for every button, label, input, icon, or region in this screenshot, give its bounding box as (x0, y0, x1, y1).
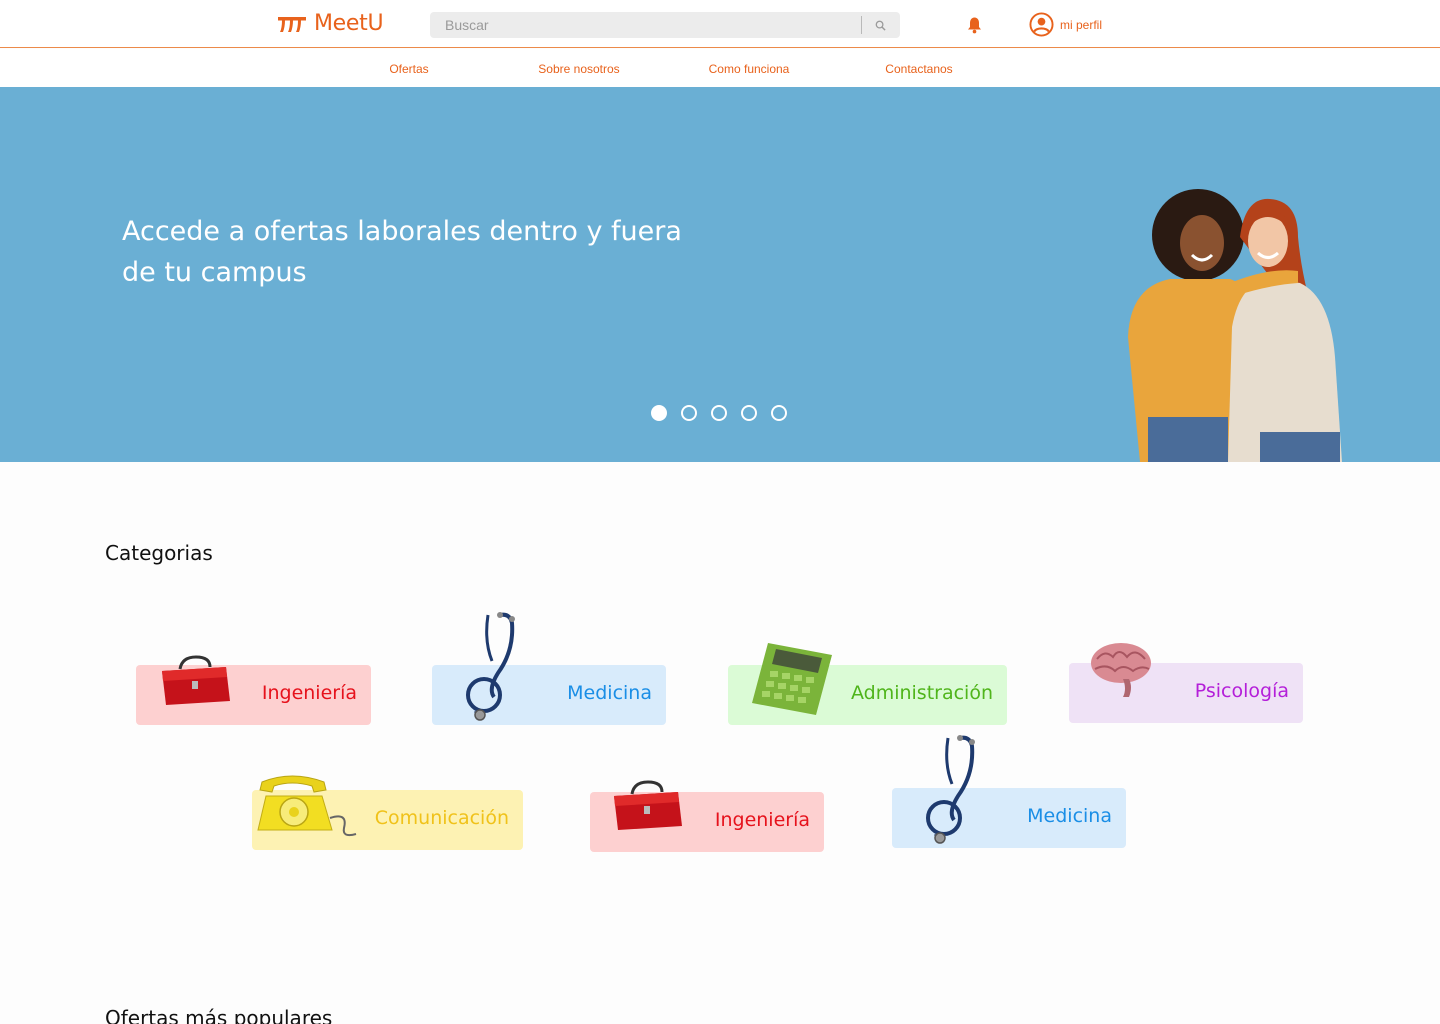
category-card-medicina[interactable]: Medicina (432, 612, 666, 725)
toolbox-icon (162, 655, 230, 705)
carousel-dots (651, 405, 787, 421)
notifications-button[interactable] (966, 16, 983, 39)
category-card-comunicacion[interactable]: Comunicación (252, 775, 523, 850)
carousel-dot-4[interactable] (741, 405, 757, 421)
main-nav: Ofertas Sobre nosotros Como funciona Con… (0, 49, 1440, 87)
carousel-dot-5[interactable] (771, 405, 787, 421)
bell-icon (968, 17, 981, 34)
carousel-dot-2[interactable] (681, 405, 697, 421)
carousel-dot-3[interactable] (711, 405, 727, 421)
hero-banner: Accede a ofertas laborales dentro y fuer… (0, 87, 1440, 462)
categories-title: Categorias (105, 541, 213, 565)
category-label: Psicología (1194, 680, 1289, 702)
category-card-ingenieria[interactable]: Ingeniería (136, 655, 371, 725)
category-label: Medicina (567, 682, 652, 704)
category-label: Ingeniería (261, 682, 357, 704)
hero-title: Accede a ofertas laborales dentro y fuer… (122, 216, 682, 288)
logo-text: MeetU (314, 11, 384, 36)
brain-icon (1091, 643, 1151, 697)
toolbox-icon (614, 780, 682, 830)
category-card-ingenieria-2[interactable]: Ingeniería (590, 780, 824, 852)
calculator-icon (752, 643, 832, 715)
nav-item-contactanos[interactable]: Contactanos (885, 62, 952, 76)
category-label: Ingeniería (714, 809, 810, 831)
category-card-administracion[interactable]: Administración (728, 643, 1007, 725)
nav-item-sobre-nosotros[interactable]: Sobre nosotros (538, 62, 619, 76)
category-card-psicologia[interactable]: Psicología (1069, 643, 1303, 723)
user-avatar-icon (1029, 12, 1054, 37)
top-header: MeetU mi perfil (0, 0, 1440, 48)
carousel-dot-1[interactable] (651, 405, 667, 421)
search-bar (430, 12, 900, 38)
logo[interactable]: MeetU (278, 11, 384, 36)
search-icon (875, 20, 886, 31)
profile-button[interactable]: mi perfil (1029, 12, 1102, 37)
profile-label: mi perfil (1060, 17, 1103, 32)
nav-item-ofertas[interactable]: Ofertas (389, 62, 428, 76)
search-input[interactable] (430, 12, 850, 38)
telephone-icon (257, 775, 357, 837)
hero-students-image (1128, 189, 1342, 462)
stethoscope-icon (466, 612, 515, 721)
category-label: Administración (850, 682, 993, 704)
search-divider (861, 16, 862, 34)
stethoscope-icon (926, 735, 975, 844)
category-label: Comunicación (374, 807, 509, 829)
nav-item-como-funciona[interactable]: Como funciona (709, 62, 790, 76)
popular-offers-title: Ofertas más populares (105, 1006, 333, 1024)
category-card-medicina-2[interactable]: Medicina (892, 735, 1126, 848)
search-button[interactable] (870, 16, 890, 34)
category-label: Medicina (1027, 805, 1112, 827)
logo-icon (278, 16, 306, 32)
